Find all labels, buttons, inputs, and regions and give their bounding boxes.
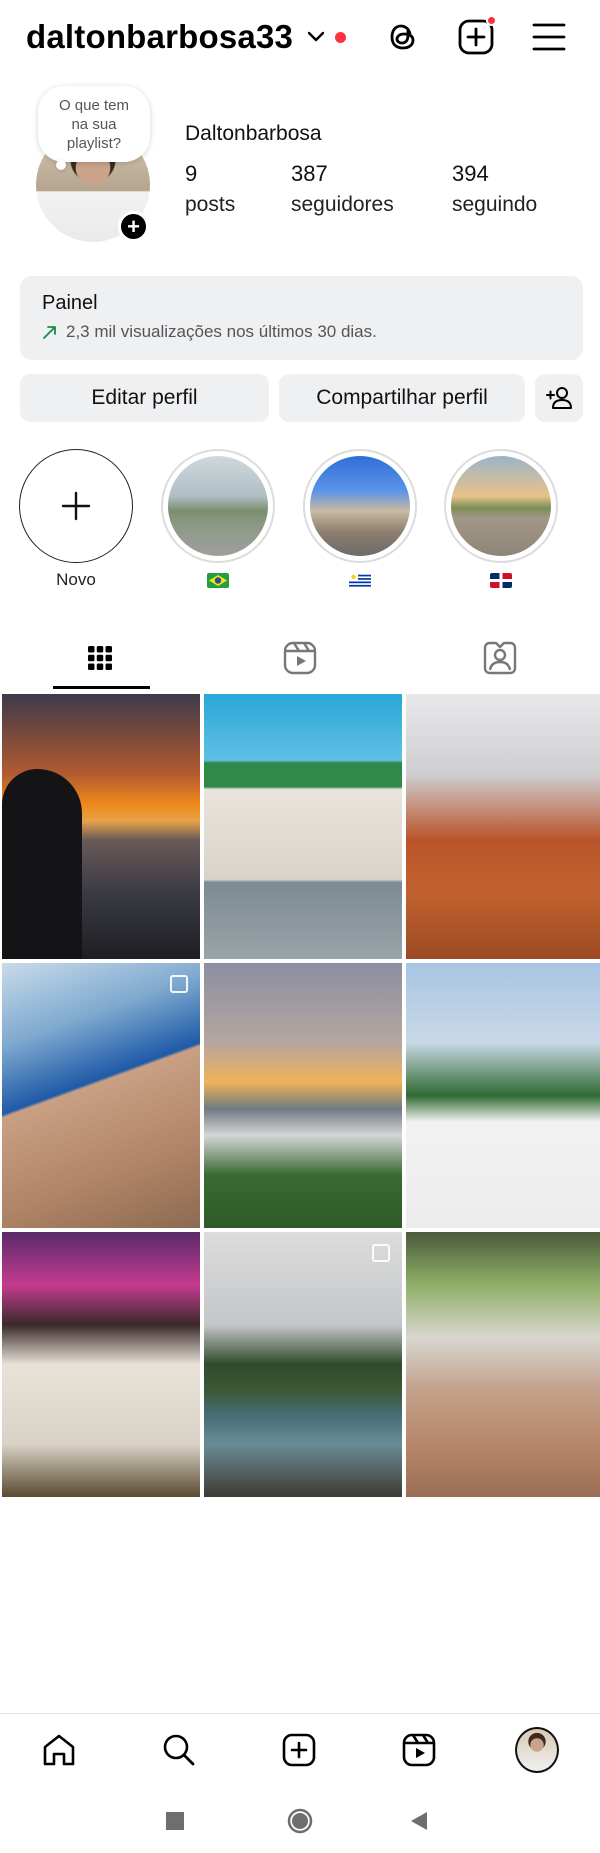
uruguay-flag-icon <box>349 572 371 588</box>
highlight-cover <box>451 456 551 556</box>
post-thumbnail[interactable] <box>406 963 600 1228</box>
nav-profile[interactable] <box>515 1727 559 1773</box>
dashboard-title: Painel <box>42 292 98 314</box>
post-thumbnail[interactable] <box>204 1232 402 1497</box>
highlight-ring <box>303 449 417 563</box>
add-person-icon <box>546 387 572 409</box>
display-name: Daltonbarbosa <box>185 122 322 145</box>
edit-profile-label: Editar perfil <box>91 386 198 409</box>
brazil-flag-icon <box>207 572 229 588</box>
recents-button[interactable] <box>166 1812 184 1830</box>
reels-icon <box>402 1733 436 1767</box>
stat-label: posts <box>185 193 236 216</box>
highlight-label <box>443 569 559 591</box>
post-thumbnail[interactable] <box>204 694 402 959</box>
create-icon <box>282 1733 316 1767</box>
bottom-navigation <box>0 1713 600 1787</box>
highlight-new[interactable]: Novo <box>18 449 134 591</box>
dominican-republic-flag-icon <box>490 572 512 588</box>
nav-create[interactable] <box>277 1728 321 1772</box>
share-profile-label: Compartilhar perfil <box>316 386 488 409</box>
stat-number: 387 <box>291 161 328 186</box>
post-thumbnail[interactable] <box>204 963 402 1228</box>
stat-following[interactable]: 394 seguindo <box>452 161 537 217</box>
active-tab-indicator <box>53 686 150 689</box>
edit-profile-button[interactable]: Editar perfil <box>20 374 269 422</box>
search-icon <box>163 1734 195 1766</box>
tagged-icon <box>483 641 517 675</box>
tab-reels[interactable] <box>200 625 400 691</box>
nav-home[interactable] <box>37 1728 81 1772</box>
dashboard-subtitle: 2,3 mil visualizações nos últimos 30 dia… <box>66 322 377 341</box>
menu-icon[interactable] <box>530 18 568 56</box>
threads-icon[interactable] <box>384 18 422 56</box>
chevron-down-icon[interactable] <box>307 31 325 43</box>
share-profile-button[interactable]: Compartilhar perfil <box>279 374 525 422</box>
stat-posts[interactable]: 9 posts <box>185 161 235 217</box>
highlight-label <box>302 569 418 591</box>
highlight-cover <box>168 456 268 556</box>
post-thumbnail[interactable] <box>2 694 200 959</box>
post-thumbnail[interactable] <box>2 1232 200 1497</box>
stat-number: 9 <box>185 161 198 186</box>
system-navigation-bar <box>0 1787 600 1853</box>
note-bubble[interactable]: O que tem na sua playlist? <box>38 86 150 162</box>
highlight-ring <box>161 449 275 563</box>
add-person-button[interactable] <box>535 374 583 422</box>
grid-icon <box>88 646 112 670</box>
top-bar: daltonbarbosa33 <box>0 0 600 76</box>
post-thumbnail[interactable] <box>406 1232 600 1497</box>
tab-posts-grid[interactable] <box>0 625 200 691</box>
stat-label: seguidores <box>291 193 394 216</box>
highlight-brazil[interactable] <box>160 449 276 591</box>
reels-icon <box>283 641 317 675</box>
carousel-icon <box>372 1244 390 1262</box>
username[interactable]: daltonbarbosa33 <box>26 18 293 56</box>
carousel-icon <box>170 975 188 993</box>
nav-search[interactable] <box>157 1728 201 1772</box>
highlight-cover <box>310 456 410 556</box>
highlight-uruguay[interactable] <box>302 449 418 591</box>
post-thumbnail[interactable] <box>2 963 200 1228</box>
profile-tabs <box>0 625 600 691</box>
highlight-ring <box>444 449 558 563</box>
notification-dot <box>335 31 347 43</box>
highlight-label <box>160 569 276 591</box>
tab-tagged[interactable] <box>400 625 600 691</box>
stat-number: 394 <box>452 161 489 186</box>
create-badge <box>486 15 497 26</box>
profile-avatar <box>515 1727 559 1773</box>
highlight-label: Novo <box>56 570 96 589</box>
highlight-dominican-republic[interactable] <box>443 449 559 591</box>
note-text: O que tem na sua playlist? <box>58 97 130 152</box>
dashboard-card[interactable]: Painel 2,3 mil visualizações nos últimos… <box>20 276 583 360</box>
back-button[interactable] <box>410 1811 428 1831</box>
account-switcher[interactable]: daltonbarbosa33 <box>26 18 347 56</box>
note-tail <box>56 160 66 170</box>
home-button[interactable] <box>287 1808 313 1834</box>
nav-reels[interactable] <box>397 1728 441 1772</box>
home-icon <box>43 1734 75 1766</box>
highlight-new-ring <box>19 449 133 563</box>
add-story-icon[interactable]: + <box>118 211 149 242</box>
stat-label: seguindo <box>452 193 538 216</box>
plus-icon <box>61 491 91 521</box>
create-icon[interactable] <box>457 15 497 56</box>
post-thumbnail[interactable] <box>406 694 600 959</box>
trend-up-icon <box>43 326 56 339</box>
stat-followers[interactable]: 387 seguidores <box>291 161 394 217</box>
